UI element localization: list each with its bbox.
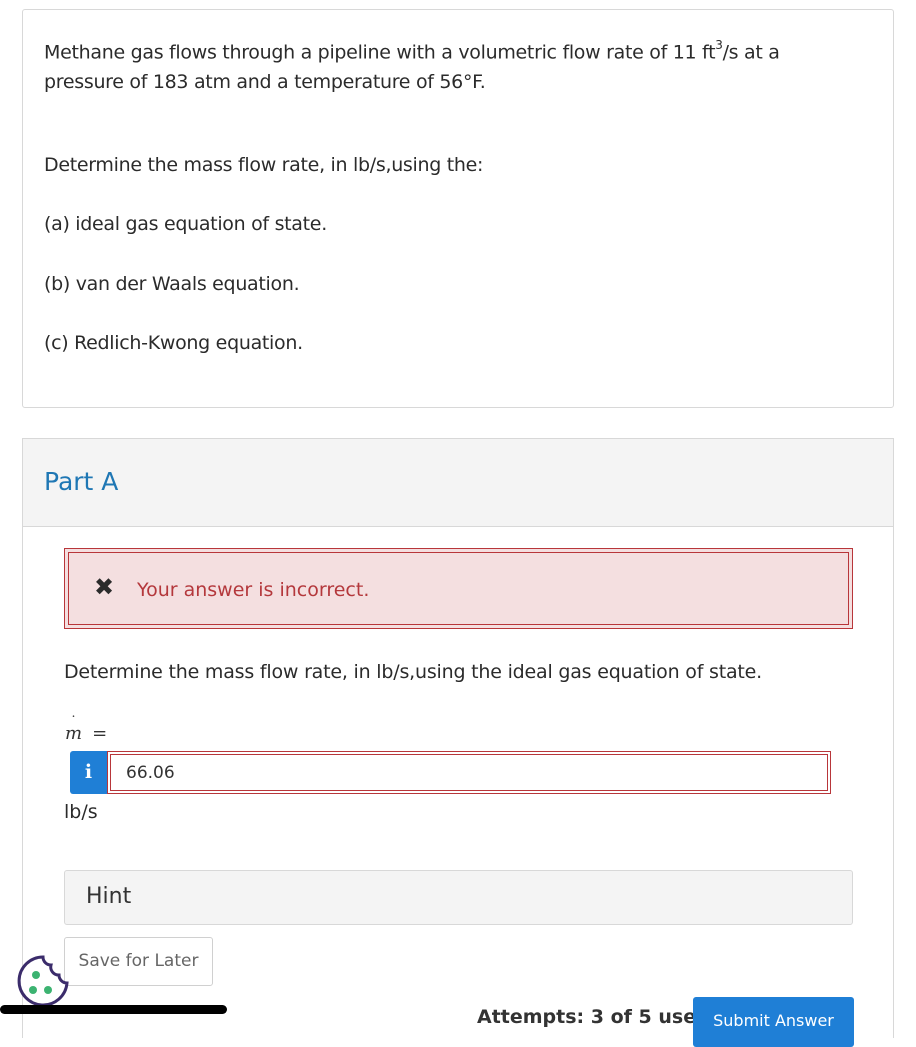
hint-panel[interactable]: Hint <box>64 870 853 925</box>
info-icon[interactable]: i <box>70 751 107 794</box>
part-a-card: Part A ✖ Your answer is incorrect. Deter… <box>22 438 894 1047</box>
part-title[interactable]: Part A <box>44 467 118 496</box>
close-icon: ✖ <box>94 573 115 601</box>
attempts-counter: Attempts: 3 of 5 used <box>477 1006 710 1028</box>
statement-superscript: 3 <box>715 38 723 52</box>
feedback-alert: ✖ Your answer is incorrect. <box>64 548 853 629</box>
list-item-a: (a) ideal gas equation of state. <box>44 213 327 235</box>
statement-text-end: /s at a <box>722 41 780 64</box>
cookie-icon[interactable] <box>15 953 71 1009</box>
list-item-c: (c) Redlich-Kwong equation. <box>44 332 303 354</box>
submit-answer-button[interactable]: Submit Answer <box>693 997 854 1047</box>
problem-statement-card: Methane gas flows through a pipeline wit… <box>22 9 894 408</box>
save-for-later-button[interactable]: Save for Later <box>64 937 213 986</box>
hint-label[interactable]: Hint <box>86 884 131 909</box>
statement-text: Methane gas flows through a pipeline wit… <box>44 41 716 64</box>
list-item-b: (b) van der Waals equation. <box>44 273 300 295</box>
problem-statement: Methane gas flows through a pipeline wit… <box>44 32 834 97</box>
equals-sign: = <box>92 723 108 744</box>
determine-prompt: Determine the mass flow rate, in lb/s,us… <box>44 154 484 176</box>
unit-label: lb/s <box>64 801 98 823</box>
feedback-alert-inner: ✖ Your answer is incorrect. <box>68 552 849 625</box>
feedback-text: Your answer is incorrect. <box>137 579 370 601</box>
question-text: Determine the mass flow rate, in lb/s,us… <box>64 661 762 683</box>
scrollbar-indicator[interactable] <box>0 1005 227 1014</box>
answer-input[interactable] <box>110 754 828 791</box>
variable-label: ˙ m = <box>65 714 108 744</box>
answer-field-wrapper <box>107 751 831 794</box>
variable-dot: ˙ <box>70 714 77 730</box>
part-header[interactable]: Part A <box>23 439 893 527</box>
statement-text-line2: pressure of 183 atm and a temperature of… <box>44 71 486 94</box>
